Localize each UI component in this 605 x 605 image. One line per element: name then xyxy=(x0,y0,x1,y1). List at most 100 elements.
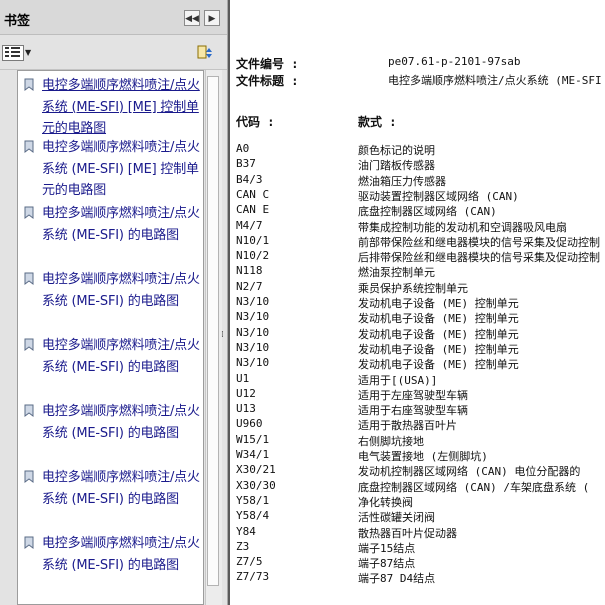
row-code: W15/1 xyxy=(236,432,270,446)
bookmark-list: 电控多端顺序燃料喷注/点火系统 (ME-SFI) [ME] 控制单元的电路图 电… xyxy=(17,70,204,605)
row-code: N3/10 xyxy=(236,325,270,339)
row-description: 适用于[(USA)] xyxy=(358,373,438,387)
bookmark-item[interactable]: 电控多端顺序燃料喷注/点火系统 (ME-SFI) 的电路图 xyxy=(18,199,203,265)
bookmark-icon xyxy=(24,404,34,417)
row-code: U13 xyxy=(236,402,256,416)
row-code: CAN C xyxy=(236,187,270,201)
close-panel-button[interactable]: ▶ xyxy=(204,10,220,26)
row-code: U12 xyxy=(236,386,256,400)
bookmark-toolbar xyxy=(0,35,227,70)
row-description: 净化转换阀 xyxy=(358,495,413,509)
row-description: 发动机电子设备 (ME) 控制单元 xyxy=(358,312,519,326)
row-code: N10/1 xyxy=(236,233,270,247)
row-code: W34/1 xyxy=(236,448,270,461)
file-number-label: 文件编号 : xyxy=(236,57,299,71)
file-title-value: 电控多端顺序燃料喷注/点火系统 (ME-SFI xyxy=(388,74,602,87)
row-description: 右侧脚坑接地 xyxy=(358,434,424,448)
bookmark-item[interactable]: 电控多端顺序燃料喷注/点火系统 (ME-SFI) 的电路图 xyxy=(18,397,203,463)
bookmark-icon xyxy=(24,272,34,285)
bookmark-item[interactable]: 电控多端顺序燃料喷注/点火系统 (ME-SFI) [ME] 控制单元的电路图 xyxy=(18,71,203,136)
row-description: 活性碳罐关闭阀 xyxy=(358,511,435,525)
bookmark-label: 电控多端顺序燃料喷注/点火系统 (ME-SFI) 的电路图 xyxy=(42,536,200,573)
bookmark-item[interactable]: 电控多端顺序燃料喷注/点火系统 (ME-SFI) 的电路图 xyxy=(18,265,203,331)
row-code: Z7/5 xyxy=(236,555,263,569)
file-title-label: 文件标题 : xyxy=(236,74,299,88)
row-description: 燃油泵控制单元 xyxy=(358,266,435,280)
bookmarks-panel: 书签 ◀◀ ▶ ▼ 电控多端顺序燃料喷注/点火系统 (ME-SFI) [ME] … xyxy=(0,0,228,605)
row-code: U1 xyxy=(236,371,250,385)
row-description: 颜色标记的说明 xyxy=(358,144,435,157)
row-description: 端子87结点 xyxy=(358,557,416,571)
row-description: 端子15结点 xyxy=(358,541,416,555)
row-description: 驱动装置控制器区域网络 (CAN) xyxy=(358,189,519,203)
item-column-header: 款式 : xyxy=(358,115,397,129)
row-code: X30/21 xyxy=(236,463,276,477)
row-code: U960 xyxy=(236,417,263,431)
bookmark-icon xyxy=(24,78,34,91)
document-page: 文件编号 : pe07.61-p-2101-97sab 文件标题 : 电控多端顺… xyxy=(230,0,605,605)
row-description: 带集成控制功能的发动机和空调器吸风电扇 xyxy=(358,220,567,234)
row-code: N3/10 xyxy=(236,340,270,354)
row-description: 电气装置接地 (左侧脚坑) xyxy=(358,450,488,463)
bookmark-icon xyxy=(24,536,34,549)
panel-title: 书签 xyxy=(4,14,31,29)
bookmark-item[interactable]: 电控多端顺序燃料喷注/点火系统 (ME-SFI) 的电路图 xyxy=(18,463,203,529)
row-description: 油门踏板传感器 xyxy=(358,159,435,173)
row-description: 燃油箱压力传感器 xyxy=(358,174,446,188)
row-code: Z7/73 xyxy=(236,570,270,584)
row-description: 发动机电子设备 (ME) 控制单元 xyxy=(358,358,519,372)
row-code: N3/10 xyxy=(236,356,270,370)
row-description: 底盘控制器区域网络 (CAN) xyxy=(358,205,497,219)
row-description: 散热器百叶片促动器 xyxy=(358,526,457,540)
row-code: B37 xyxy=(236,157,256,171)
bookmark-item[interactable]: 电控多端顺序燃料喷注/点火系统 (ME-SFI) 的电路图 xyxy=(18,529,203,595)
bookmark-label: 电控多端顺序燃料喷注/点火系统 (ME-SFI) [ME] 控制单元的电路图 xyxy=(42,78,200,136)
row-code: X30/30 xyxy=(236,478,276,492)
row-code: Y84 xyxy=(236,524,256,538)
bookmark-label: 电控多端顺序燃料喷注/点火系统 (ME-SFI) 的电路图 xyxy=(42,206,200,243)
row-description: 前部带保险丝和继电器模块的信号采集及促动控制 xyxy=(358,235,600,249)
bookmark-label: 电控多端顺序燃料喷注/点火系统 (ME-SFI) 的电路图 xyxy=(42,404,200,441)
bookmark-icon xyxy=(24,470,34,483)
row-code: N3/10 xyxy=(236,295,270,308)
row-description: 底盘控制器区域网络 (CAN) /车架底盘系统 ( xyxy=(358,480,590,494)
chevron-down-icon[interactable]: ▼ xyxy=(25,48,31,57)
row-code: Y58/4 xyxy=(236,509,270,523)
row-description: 适用于右座驾驶型车辆 xyxy=(358,404,468,418)
row-code: N118 xyxy=(236,264,263,278)
row-code: Z3 xyxy=(236,539,250,553)
bookmark-icon xyxy=(24,338,34,351)
row-code: A0 xyxy=(236,142,250,155)
bookmark-icon xyxy=(24,140,34,153)
expand-bookmark-icon[interactable] xyxy=(194,44,214,64)
collapse-panel-button[interactable]: ◀◀ xyxy=(184,10,200,26)
options-menu-icon[interactable] xyxy=(2,45,24,61)
row-description: 发动机电子设备 (ME) 控制单元 xyxy=(358,327,519,341)
row-code: B4/3 xyxy=(236,172,263,186)
bookmark-label: 电控多端顺序燃料喷注/点火系统 (ME-SFI) [ME] 控制单元的电路图 xyxy=(42,140,200,198)
file-number-value: pe07.61-p-2101-97sab xyxy=(388,55,521,68)
row-code: N10/2 xyxy=(236,249,270,263)
bookmark-label: 电控多端顺序燃料喷注/点火系统 (ME-SFI) 的电路图 xyxy=(42,272,200,309)
row-description: 后排带保险丝和继电器模块的信号采集及促动控制 xyxy=(358,251,600,265)
row-code: N3/10 xyxy=(236,310,270,324)
bookmark-label: 电控多端顺序燃料喷注/点火系统 (ME-SFI) 的电路图 xyxy=(42,470,200,507)
row-code: N2/7 xyxy=(236,279,263,293)
row-code: M4/7 xyxy=(236,218,263,232)
row-description: 适用于散热器百叶片 xyxy=(358,419,457,433)
panel-gutter xyxy=(0,70,17,605)
row-description: 端子87 D4结点 xyxy=(358,572,436,586)
resize-grip-icon[interactable]: ⁞ xyxy=(221,330,224,340)
bookmark-item[interactable]: 电控多端顺序燃料喷注/点火系统 (ME-SFI) [ME] 控制单元的电路图 xyxy=(18,133,203,199)
bookmark-label: 电控多端顺序燃料喷注/点火系统 (ME-SFI) 的电路图 xyxy=(42,338,200,375)
row-code: Y58/1 xyxy=(236,493,270,507)
bookmark-item[interactable]: 电控多端顺序燃料喷注/点火系统 (ME-SFI) 的电路图 xyxy=(18,331,203,397)
row-description: 发动机电子设备 (ME) 控制单元 xyxy=(358,297,519,310)
bookmark-icon xyxy=(24,206,34,219)
panel-header: 书签 ◀◀ ▶ xyxy=(0,0,227,35)
row-description: 发动机控制器区域网络 (CAN) 电位分配器的 xyxy=(358,465,581,479)
row-description: 发动机电子设备 (ME) 控制单元 xyxy=(358,342,519,356)
scrollbar-thumb[interactable] xyxy=(207,76,219,586)
row-description: 适用于左座驾驶型车辆 xyxy=(358,388,468,402)
row-description: 乘员保护系统控制单元 xyxy=(358,281,468,295)
